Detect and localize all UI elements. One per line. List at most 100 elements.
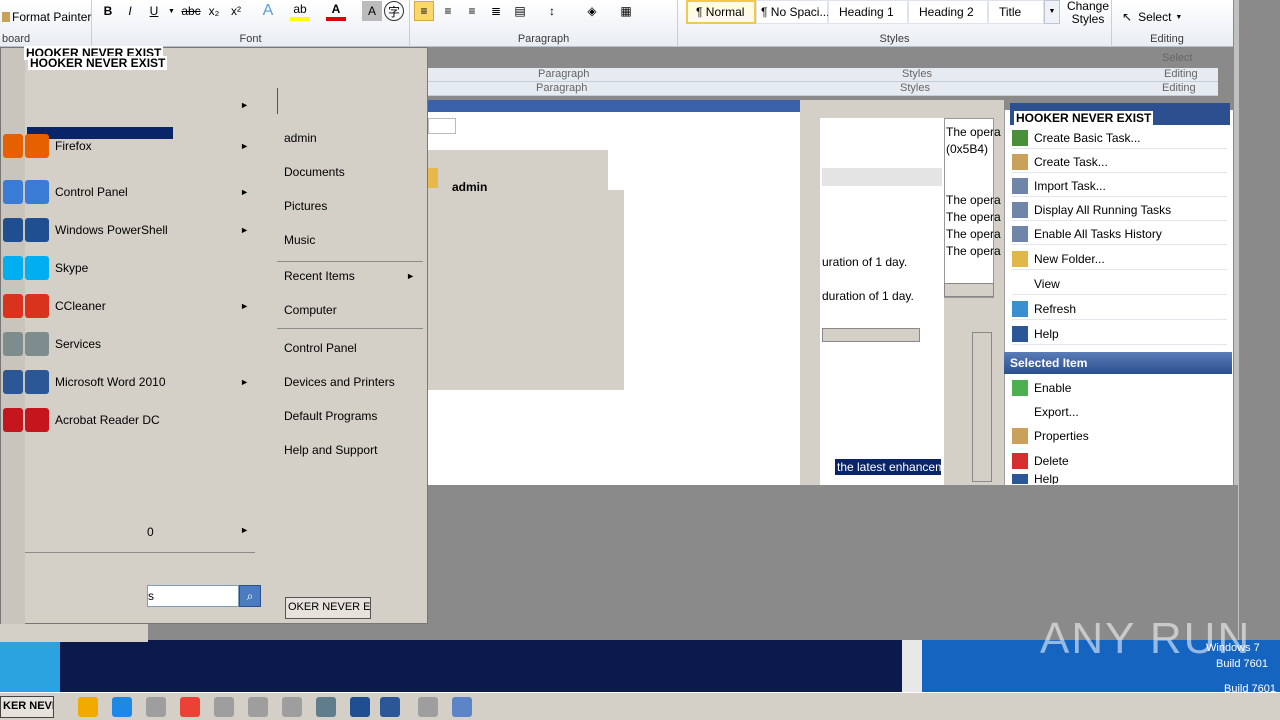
start-link[interactable]: Help and Support xyxy=(278,438,423,462)
editing-group: ↖ Select ▼ Editing xyxy=(1112,0,1222,47)
start-link[interactable]: Documents xyxy=(278,160,423,184)
program-icon xyxy=(25,370,49,394)
align-right-button[interactable]: ≡ xyxy=(462,1,482,21)
strikethrough-button[interactable]: abc xyxy=(178,1,204,21)
italic-button[interactable]: I xyxy=(120,1,140,21)
start-link[interactable]: Default Programs xyxy=(278,404,423,428)
start-link[interactable]: Devices and Printers xyxy=(278,370,423,394)
taskbar-app-icon[interactable] xyxy=(214,697,234,717)
document-input[interactable] xyxy=(428,118,456,134)
start-link-label: Recent Items xyxy=(284,269,355,283)
all-programs-button[interactable]: 0 ► xyxy=(25,520,257,544)
program-item[interactable]: Microsoft Word 2010 ► xyxy=(3,367,257,397)
document-strip xyxy=(428,100,800,112)
font-group: B I U ▼ abc x₂ x² A ab A A 字 Font xyxy=(92,0,410,47)
taskbar-app-icon[interactable] xyxy=(350,697,370,717)
start-button[interactable]: KER NEVE xyxy=(0,696,54,718)
action-item[interactable]: Help xyxy=(1012,323,1227,345)
underline-dropdown-icon[interactable]: ▼ xyxy=(168,8,175,15)
subscript-button[interactable]: x₂ xyxy=(204,1,224,21)
selected-action-label: Export... xyxy=(1034,405,1079,419)
action-item[interactable]: New Folder... xyxy=(1012,248,1227,270)
superscript-button[interactable]: x² xyxy=(226,1,246,21)
style-heading-1[interactable]: Heading 1 xyxy=(828,0,908,24)
selected-action-label: Enable xyxy=(1034,381,1072,395)
shutdown-button[interactable]: OKER NEVER EXIS xyxy=(285,597,371,619)
align-center-button[interactable]: ≡ xyxy=(438,1,458,21)
align-left-button[interactable]: ≡ xyxy=(414,1,434,21)
taskbar-app-icon[interactable] xyxy=(180,697,200,717)
justify-button[interactable]: ≣ xyxy=(486,1,506,21)
start-link[interactable]: Recent Items ► xyxy=(278,264,423,288)
style-normal[interactable]: ¶ Normal xyxy=(686,0,756,24)
format-painter-button[interactable]: Format Painter xyxy=(2,10,91,24)
char-shading-icon[interactable]: A xyxy=(362,1,382,21)
program-item[interactable]: Acrobat Reader DC xyxy=(3,405,257,435)
taskbar-app-icon[interactable] xyxy=(146,697,166,717)
distribute-button[interactable]: ▤ xyxy=(510,1,530,21)
action-icon xyxy=(1012,325,1028,342)
history-scrollbar[interactable] xyxy=(944,283,994,297)
start-link[interactable]: Control Panel xyxy=(278,336,423,360)
start-link[interactable]: Computer xyxy=(278,298,423,322)
style-no-spacing[interactable]: ¶ No Spaci... xyxy=(756,0,829,24)
taskbar-app-icon[interactable] xyxy=(112,697,132,717)
history-op-2: The opera xyxy=(946,193,1001,207)
start-link[interactable]: admin xyxy=(278,126,423,150)
program-item[interactable]: Skype xyxy=(3,253,257,283)
selected-action-item[interactable]: Enable xyxy=(1012,377,1227,399)
action-item[interactable]: View xyxy=(1012,273,1227,295)
change-styles-button[interactable]: Change Styles xyxy=(1066,0,1110,26)
history-duration-1: uration of 1 day. xyxy=(822,255,908,269)
start-link-label: Documents xyxy=(284,165,345,179)
text-effects-icon[interactable]: A xyxy=(258,1,278,21)
taskbar-app-icon[interactable] xyxy=(282,697,302,717)
underline-button[interactable]: U xyxy=(144,1,164,21)
highlight-color-icon[interactable]: ab xyxy=(290,1,310,21)
taskbar-app-icon[interactable] xyxy=(78,697,98,717)
line-spacing-icon[interactable]: ↕ xyxy=(542,1,562,21)
program-item[interactable]: Services xyxy=(3,329,257,359)
enclose-char-icon[interactable]: 字 xyxy=(384,1,404,21)
selected-action-item[interactable]: Properties xyxy=(1012,425,1227,447)
program-item[interactable]: CCleaner ► xyxy=(3,291,257,321)
program-item-blank[interactable]: ► xyxy=(25,92,257,120)
action-item[interactable]: Enable All Tasks History xyxy=(1012,223,1227,245)
styles-scroll[interactable]: ▼ xyxy=(1044,0,1060,24)
style-title[interactable]: Title xyxy=(988,0,1044,24)
taskbar-app-icon[interactable] xyxy=(248,697,268,717)
selected-action-item[interactable]: Delete xyxy=(1012,450,1227,472)
brush-icon xyxy=(2,12,10,22)
taskbar-app-icon[interactable] xyxy=(316,697,336,717)
bold-button[interactable]: B xyxy=(98,1,118,21)
start-link[interactable]: Pictures xyxy=(278,194,423,218)
font-color-icon[interactable]: A xyxy=(326,1,346,21)
taskbar-app-icon[interactable] xyxy=(380,697,400,717)
program-item[interactable]: Control Panel ► xyxy=(3,177,257,207)
start-search-box[interactable]: s xyxy=(147,585,239,607)
submenu-arrow-icon: ► xyxy=(240,225,249,235)
history-vscroll[interactable] xyxy=(972,332,992,482)
taskbar-app-icon[interactable] xyxy=(452,697,472,717)
action-item[interactable]: Import Task... xyxy=(1012,175,1227,197)
program-item[interactable]: Firefox ► xyxy=(3,131,257,161)
action-icon xyxy=(1012,428,1028,444)
action-label: Help xyxy=(1034,326,1059,341)
selected-action-item[interactable]: Export... xyxy=(1012,401,1227,423)
select-button[interactable]: ↖ Select ▼ xyxy=(1122,10,1182,24)
selected-action-item[interactable]: Help xyxy=(1012,474,1227,484)
borders-icon[interactable]: ▦ xyxy=(616,1,636,21)
action-icon xyxy=(1012,201,1028,218)
search-icon[interactable]: ⌕ xyxy=(239,585,261,607)
program-item[interactable]: Windows PowerShell ► xyxy=(3,215,257,245)
start-link[interactable]: Music xyxy=(278,228,423,252)
shading-icon[interactable]: ◈ xyxy=(582,1,602,21)
action-item[interactable]: Refresh xyxy=(1012,298,1227,320)
style-heading-2[interactable]: Heading 2 xyxy=(908,0,988,24)
action-item[interactable]: Create Basic Task... xyxy=(1012,127,1227,149)
selected-item-header[interactable]: Selected Item xyxy=(1004,352,1232,374)
os-name: Windows 7 xyxy=(1206,642,1260,654)
taskbar-app-icon[interactable] xyxy=(418,697,438,717)
action-item[interactable]: Display All Running Tasks xyxy=(1012,199,1227,221)
action-item[interactable]: Create Task... xyxy=(1012,151,1227,173)
